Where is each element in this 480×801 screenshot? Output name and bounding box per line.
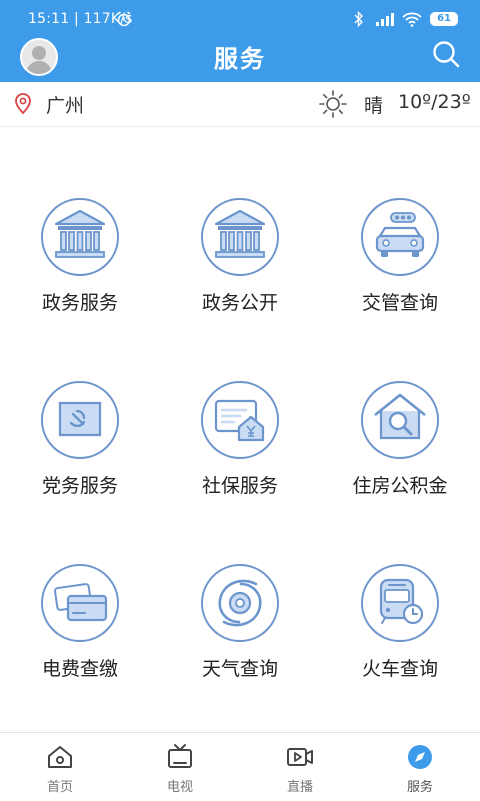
typhoon-icon bbox=[218, 579, 262, 627]
service-icon-circle bbox=[41, 564, 119, 642]
location-weather-bar: 广州 晴 10º/23º bbox=[0, 82, 480, 127]
temperature-range: 10º/23º bbox=[398, 91, 471, 113]
service-grid: 政务服务 政务公开 交管查询 党务服务 社保服务 住房公积金 电费查缴 天气查询… bbox=[0, 126, 480, 732]
service-label: 交管查询 bbox=[361, 292, 438, 314]
service-label: 火车查询 bbox=[361, 658, 438, 680]
service-traffic-query[interactable]: 交管查询 bbox=[320, 198, 480, 358]
service-icon-circle bbox=[361, 381, 439, 459]
service-icon-circle bbox=[201, 564, 279, 642]
tab-tv[interactable]: 电视 bbox=[120, 733, 240, 801]
government-building-icon bbox=[214, 209, 266, 258]
service-icon-circle bbox=[361, 564, 439, 642]
service-icon-circle bbox=[41, 381, 119, 459]
service-gov-services[interactable]: 政务服务 bbox=[0, 198, 160, 358]
battery-indicator: 61 bbox=[430, 12, 458, 26]
service-icon-circle bbox=[201, 381, 279, 459]
service-housing-fund[interactable]: 住房公积金 bbox=[320, 381, 480, 541]
service-icon-circle bbox=[41, 198, 119, 276]
house-search-icon bbox=[374, 393, 426, 440]
compass-icon bbox=[408, 745, 432, 769]
service-icon-circle bbox=[201, 198, 279, 276]
page-title: 服务 bbox=[214, 45, 266, 73]
service-electricity-bill[interactable]: 电费查缴 bbox=[0, 564, 160, 724]
service-icon-circle bbox=[361, 198, 439, 276]
home-icon bbox=[48, 746, 72, 768]
tab-home[interactable]: 首页 bbox=[0, 733, 120, 801]
service-gov-disclosure[interactable]: 政务公开 bbox=[160, 198, 320, 358]
bluetooth-icon bbox=[354, 11, 364, 27]
service-party-services[interactable]: 党务服务 bbox=[0, 381, 160, 541]
government-building-icon bbox=[54, 209, 106, 258]
train-clock-icon bbox=[379, 578, 424, 625]
wifi-icon bbox=[402, 12, 422, 27]
service-label: 政务服务 bbox=[41, 292, 118, 314]
bank-card-icon bbox=[54, 583, 108, 622]
service-label: 天气查询 bbox=[201, 658, 278, 680]
tab-label: 电视 bbox=[166, 780, 193, 795]
search-icon[interactable] bbox=[430, 38, 462, 70]
tab-label: 首页 bbox=[46, 780, 73, 795]
service-train-query[interactable]: 火车查询 bbox=[320, 564, 480, 724]
service-label: 政务公开 bbox=[201, 292, 278, 314]
tab-live[interactable]: 直播 bbox=[240, 733, 360, 801]
alarm-icon bbox=[117, 11, 131, 27]
tab-label: 服务 bbox=[406, 780, 433, 795]
tv-icon bbox=[168, 744, 192, 768]
service-social-security[interactable]: 社保服务 bbox=[160, 381, 320, 541]
city-name[interactable]: 广州 bbox=[46, 91, 84, 118]
service-weather-query[interactable]: 天气查询 bbox=[160, 564, 320, 724]
app-header: 服务 bbox=[0, 38, 480, 82]
party-flag-icon bbox=[58, 401, 102, 437]
video-live-icon bbox=[287, 748, 313, 766]
social-security-icon bbox=[214, 399, 265, 442]
service-label: 电费查缴 bbox=[41, 658, 118, 680]
sun-icon bbox=[319, 90, 347, 118]
service-label: 社保服务 bbox=[201, 475, 278, 497]
bottom-tab-bar: 首页 电视 直播 服务 bbox=[0, 732, 480, 801]
location-pin-icon[interactable] bbox=[14, 93, 32, 115]
tab-label: 直播 bbox=[286, 780, 313, 795]
signal-icon bbox=[376, 13, 395, 26]
service-label: 党务服务 bbox=[41, 475, 118, 497]
service-label: 住房公积金 bbox=[352, 475, 448, 497]
weather-condition: 晴 bbox=[364, 95, 384, 117]
tab-services[interactable]: 服务 bbox=[360, 733, 480, 801]
car-icon bbox=[375, 212, 425, 257]
status-icons: 61 bbox=[354, 8, 458, 30]
status-bar: 15:11 | 117K/s 61 bbox=[0, 0, 480, 38]
